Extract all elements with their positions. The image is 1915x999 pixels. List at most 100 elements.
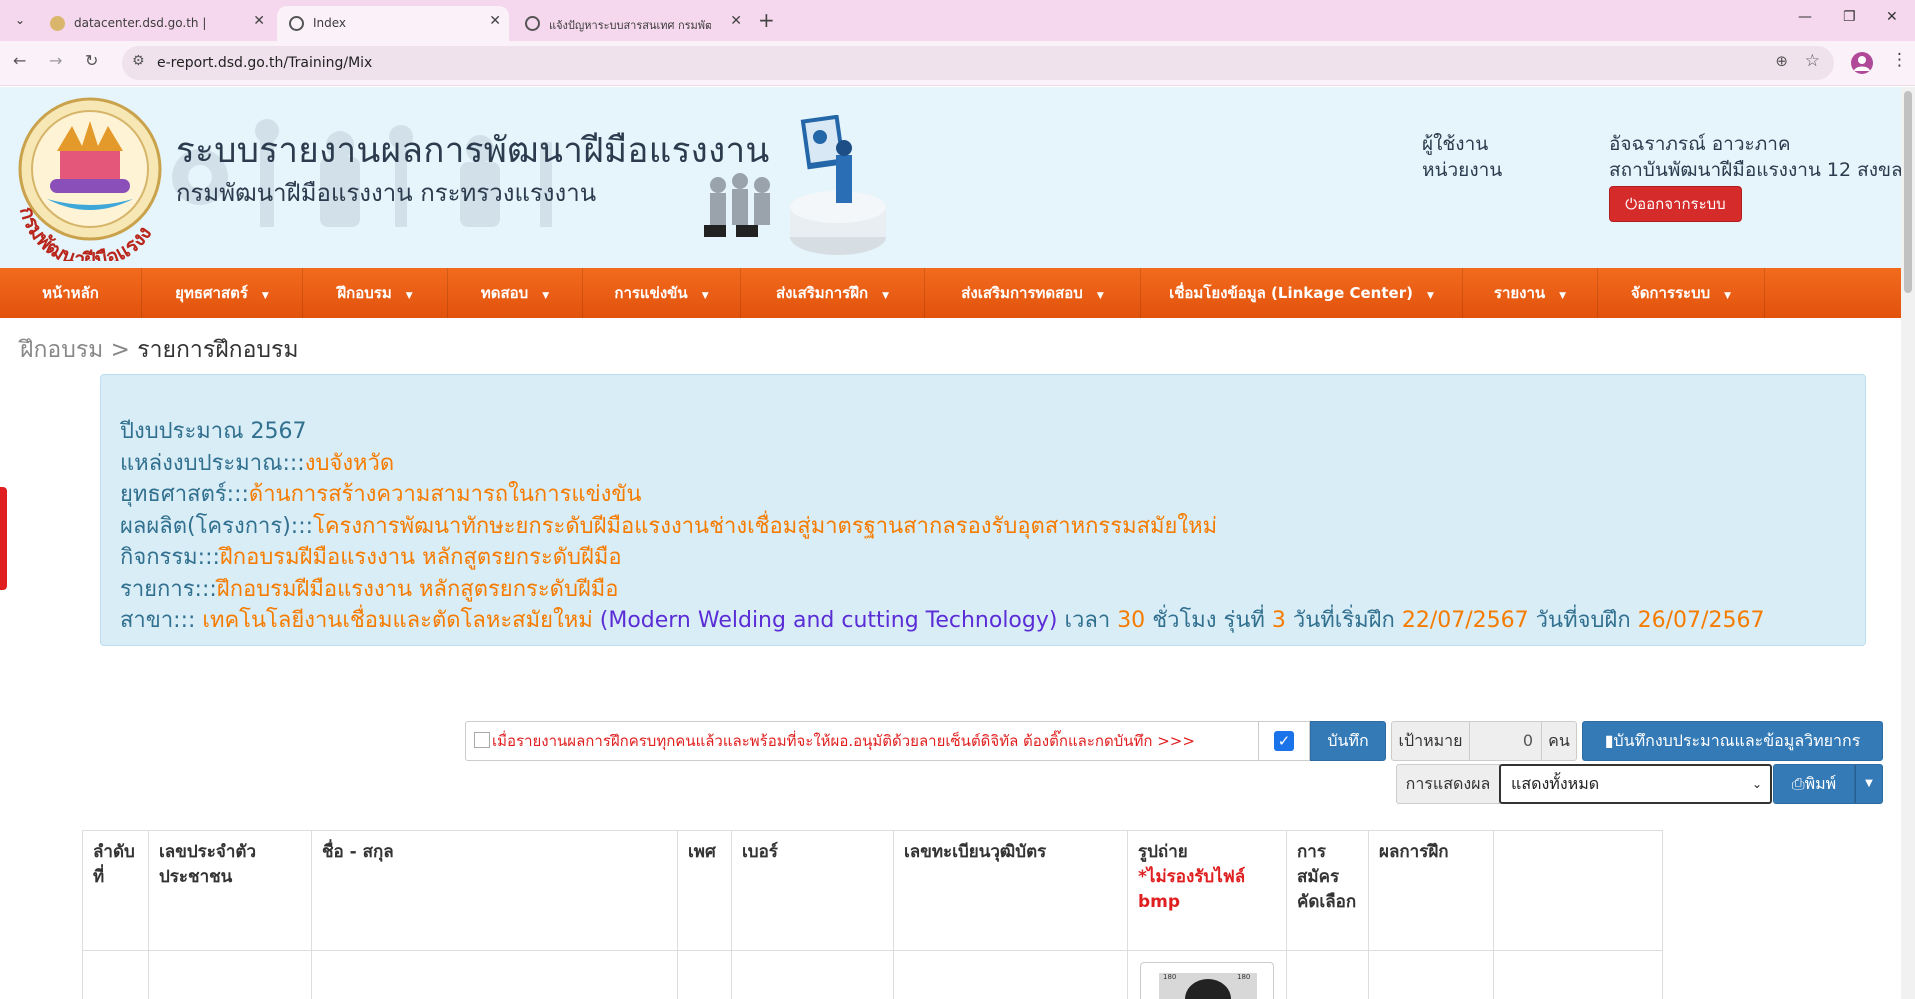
user-name: อัจฉราภรณ์ อาวะภาค	[1609, 133, 1791, 155]
new-tab-icon[interactable]: +	[758, 8, 775, 32]
page-scrollbar[interactable]	[1901, 87, 1915, 999]
browser-tab-index[interactable]: Index ✕	[277, 6, 509, 41]
menu-reports[interactable]: รายงาน ▼	[1463, 268, 1598, 318]
main-menu: หน้าหลัก ยุทธศาสตร์ ▼ ฝึกอบรม ▼ ทดสอบ ▼ การ…	[0, 268, 1901, 318]
site-favicon-icon	[50, 16, 65, 31]
breadcrumb-current: รายการฝึกอบรม	[137, 337, 299, 363]
save-button[interactable]: บันทึก	[1310, 721, 1386, 761]
menu-strategy[interactable]: ยุทธศาสตร์ ▼	[142, 268, 303, 318]
breadcrumb: ฝึกอบรม > รายการฝึกอบรม	[20, 332, 299, 368]
table-cell	[893, 951, 1127, 999]
photo-size-left: 180	[1163, 973, 1177, 981]
browser-tab-datacenter[interactable]: datacenter.dsd.go.th | ✕	[38, 6, 273, 41]
close-window-icon[interactable]: ✕	[1886, 9, 1898, 25]
profile-avatar[interactable]	[1851, 52, 1873, 74]
url-text[interactable]: e-report.dsd.go.th/Training/Mix	[157, 55, 372, 71]
menu-label: ฝึกอบรม	[337, 284, 392, 302]
save-budget-instructor-button[interactable]: ▮บันทึกงบประมาณและข้อมูลวิทยากร	[1582, 721, 1883, 761]
menu-home[interactable]: หน้าหลัก	[0, 268, 142, 318]
print-button[interactable]: ⎙พิมพ์	[1773, 764, 1855, 804]
menu-label: ส่งเสริมการทดสอบ	[961, 284, 1083, 302]
table-cell	[82, 951, 148, 999]
logout-button[interactable]: ⏻ออกจากระบบ	[1609, 186, 1742, 222]
target-unit: คน	[1541, 721, 1577, 761]
tab-title: แจ้งปัญหาระบบสารสนเทศ กรมพัฒนา	[549, 19, 711, 32]
display-label: การแสดงผล	[1396, 764, 1500, 804]
approve-checkbox-cell: ✓	[1258, 721, 1310, 761]
broken-image-icon	[474, 732, 490, 748]
tab-search-chevron-icon[interactable]: ⌄	[8, 8, 32, 32]
close-tab-icon[interactable]: ✕	[489, 13, 501, 29]
budget-button-label: บันทึกงบประมาณและข้อมูลวิทยากร	[1613, 731, 1861, 750]
site-title: ระบบรายงานผลการพัฒนาฝีมือแรงงาน	[176, 131, 770, 171]
budget-source-line: แหล่งงบประมาณ:::งบจังหวัด	[120, 445, 394, 480]
hours-label: เวลา	[1064, 608, 1111, 633]
menu-label: ยุทธศาสตร์	[175, 284, 248, 302]
caret-down-icon: ▼	[1865, 778, 1873, 789]
col-header-photo: รูปถ่าย *ไม่รองรับไฟล์ bmp	[1127, 830, 1286, 951]
restore-icon[interactable]: ❐	[1843, 9, 1856, 25]
strategy-label: ยุทธศาสตร์:::	[120, 482, 249, 507]
site-info-icon[interactable]: ⚙	[132, 53, 145, 69]
output-label: ผลผลิต(โครงการ):::	[120, 514, 314, 539]
table-cell	[311, 951, 677, 999]
breadcrumb-separator: >	[110, 337, 130, 363]
close-tab-icon[interactable]: ✕	[253, 13, 265, 29]
back-arrow-icon[interactable]: ←	[13, 51, 26, 70]
menu-label: หน้าหลัก	[42, 284, 99, 302]
close-tab-icon[interactable]: ✕	[730, 13, 742, 29]
table-cell	[1493, 951, 1663, 999]
menu-label: จัดการระบบ	[1630, 284, 1711, 302]
scrollbar-thumb[interactable]	[1904, 91, 1912, 293]
col-header-order: ลำดับที่	[82, 830, 148, 951]
unit-label: หน่วยงาน	[1422, 159, 1503, 181]
menu-testing[interactable]: ทดสอบ ▼	[448, 268, 583, 318]
menu-testing-promotion[interactable]: ส่งเสริมการทดสอบ ▼	[925, 268, 1141, 318]
strategy-value: ด้านการสร้างความสามารถในการแข่งขัน	[248, 482, 642, 507]
menu-training[interactable]: ฝึกอบรม ▼	[303, 268, 448, 318]
browser-toolbar: ← → ↻ ⚙ e-report.dsd.go.th/Training/Mix …	[0, 41, 1915, 86]
caret-down-icon: ▼	[1426, 291, 1434, 301]
site-subtitle: กรมพัฒนาฝีมือแรงงาน กระทรวงแรงงาน	[176, 179, 597, 207]
browser-tab-bar: ⌄ datacenter.dsd.go.th | ✕ Index ✕ แจ้งป…	[0, 0, 1915, 41]
table-cell	[1368, 951, 1493, 999]
browser-menu-icon[interactable]: ⋮	[1891, 50, 1908, 70]
photo-format-note: *ไม่รองรับไฟล์ bmp	[1138, 867, 1246, 912]
unit-name: สถาบันพัฒนาฝีมือแรงงาน 12 สงขลา	[1609, 159, 1914, 181]
menu-training-promotion[interactable]: ส่งเสริมการฝึก ▼	[741, 268, 925, 318]
output-value: โครงการพัฒนาทักษะยกระดับฝีมือแรงงานช่างเ…	[313, 514, 1218, 539]
menu-label: รายงาน	[1493, 284, 1546, 302]
menu-system-admin[interactable]: จัดการระบบ ▼	[1598, 268, 1765, 318]
bookmark-star-icon[interactable]: ☆	[1805, 51, 1820, 71]
forward-arrow-icon[interactable]: →	[49, 51, 62, 70]
activity-value: ฝึกอบรมฝีมือแรงงาน หลักสูตรยกระดับฝีมือ	[219, 545, 622, 570]
minimize-icon[interactable]: —	[1798, 9, 1812, 25]
reload-icon[interactable]: ↻	[85, 51, 98, 70]
item-value: ฝึกอบรมฝีมือแรงงาน หลักสูตรยกระดับฝีมือ	[216, 577, 619, 602]
user-labels: ผู้ใช้งาน หน่วยงาน	[1422, 131, 1502, 183]
activity-line: กิจกรรม:::ฝึกอบรมฝีมือแรงงาน หลักสูตรยกร…	[120, 539, 622, 574]
table-cell	[148, 951, 311, 999]
start-date-label: วันที่เริ่มฝึก	[1292, 608, 1395, 633]
table-cell	[677, 951, 731, 999]
end-date-label: วันที่จบฝึก	[1535, 608, 1631, 633]
col-header-name: ชื่อ - สกุล	[311, 830, 677, 951]
trainee-photo[interactable]: 180 180	[1140, 962, 1274, 999]
display-select[interactable]: แสดงทั้งหมด ⌄	[1499, 764, 1772, 804]
batch-label: รุ่นที่	[1223, 608, 1265, 633]
zoom-icon[interactable]: ⊕	[1775, 52, 1788, 70]
breadcrumb-parent[interactable]: ฝึกอบรม	[20, 337, 103, 363]
end-date: 26/07/2567	[1637, 608, 1765, 633]
address-bar[interactable]: ⚙ e-report.dsd.go.th/Training/Mix ⊕ ☆	[122, 46, 1834, 80]
approve-checkbox[interactable]: ✓	[1274, 731, 1294, 751]
caret-down-icon: ▼	[882, 291, 890, 301]
browser-tab-report-problem[interactable]: แจ้งปัญหาระบบสารสนเทศ กรมพัฒนา ✕	[513, 6, 750, 41]
side-panel-toggle[interactable]	[0, 487, 7, 590]
print-options-dropdown[interactable]: ▼	[1855, 764, 1883, 804]
caret-down-icon: ▼	[701, 291, 709, 301]
menu-linkage-center[interactable]: เชื่อมโยงข้อมูล (Linkage Center) ▼	[1141, 268, 1463, 318]
caret-down-icon: ▼	[1096, 291, 1104, 301]
col-header-actions	[1493, 830, 1663, 951]
menu-competition[interactable]: การแข่งขัน ▼	[583, 268, 741, 318]
table-cell	[731, 951, 893, 999]
